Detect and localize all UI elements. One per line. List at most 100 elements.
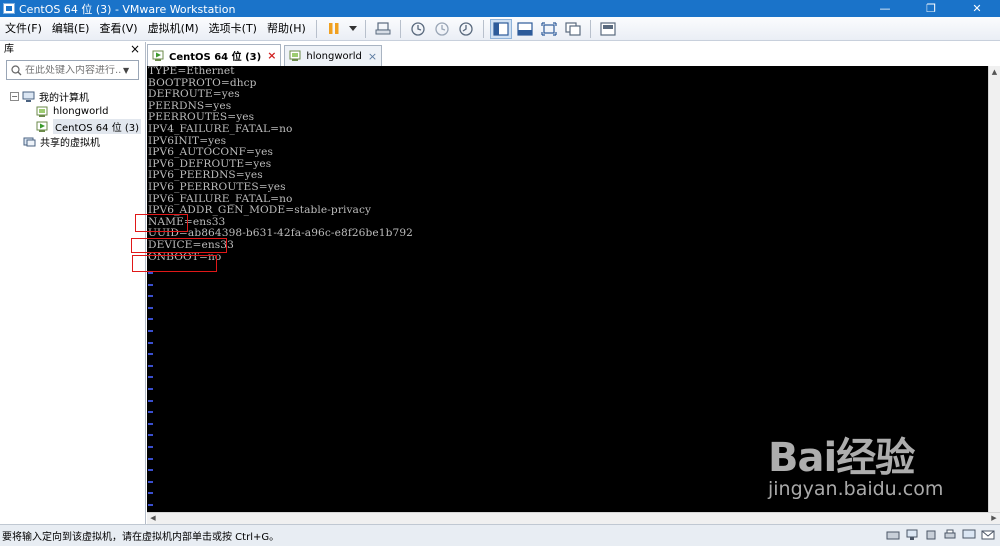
menu-view[interactable]: 查看(V) bbox=[94, 17, 142, 41]
library-title: 库 bbox=[4, 44, 14, 55]
console-line: IPV6_PEERROUTES=yes bbox=[148, 180, 286, 193]
tilde-marker bbox=[148, 329, 153, 332]
snapshot-icon[interactable] bbox=[407, 19, 429, 39]
tilde-marker bbox=[148, 353, 153, 356]
highlight-box-device bbox=[131, 238, 227, 253]
tilde-marker bbox=[148, 306, 153, 309]
search-dropdown-icon[interactable]: ▼ bbox=[123, 66, 129, 75]
send-keys-icon[interactable] bbox=[372, 19, 394, 39]
vm-running-icon bbox=[152, 50, 165, 62]
vm-tree: − 我的计算机 hlongworld CentOS 64 位 (3) 共享的虚拟… bbox=[0, 89, 145, 149]
close-tab-icon[interactable]: × bbox=[368, 50, 377, 63]
collapse-icon[interactable]: − bbox=[10, 92, 19, 101]
tree-item-label: CentOS 64 位 (3) bbox=[53, 119, 142, 134]
tilde-marker bbox=[148, 272, 153, 274]
search-icon bbox=[7, 64, 25, 76]
toolbar-separator bbox=[589, 19, 591, 38]
tilde-marker bbox=[148, 445, 153, 448]
thumbnail-icon[interactable] bbox=[597, 19, 619, 39]
console-line: ONBOOT=no bbox=[148, 250, 222, 263]
printer-icon[interactable] bbox=[942, 528, 958, 542]
close-button[interactable]: ✕ bbox=[954, 0, 1000, 17]
menu-vm[interactable]: 虚拟机(M) bbox=[143, 17, 204, 41]
minimize-button[interactable]: — bbox=[862, 0, 908, 17]
computer-icon bbox=[22, 91, 35, 102]
tilde-marker bbox=[148, 364, 153, 367]
network-icon[interactable] bbox=[904, 528, 920, 542]
tilde-marker bbox=[148, 341, 153, 344]
tab-hlongworld[interactable]: hlongworld × bbox=[284, 45, 383, 66]
tilde-marker bbox=[148, 399, 153, 402]
watermark-brand: Bai经验 bbox=[768, 435, 915, 481]
menu-help[interactable]: 帮助(H) bbox=[262, 17, 311, 41]
tree-item-hlongworld[interactable]: hlongworld bbox=[0, 104, 145, 119]
unity-icon[interactable] bbox=[562, 19, 584, 39]
tilde-marker bbox=[148, 387, 153, 390]
tilde-marker bbox=[148, 422, 153, 425]
tab-strip: CentOS 64 位 (3) × hlongworld × bbox=[147, 44, 385, 66]
console-line: DEFROUTE=yes bbox=[148, 88, 240, 101]
tab-label: hlongworld bbox=[306, 50, 362, 62]
tab-label: CentOS 64 位 (3) bbox=[169, 52, 262, 63]
console-line: IPV4_FAILURE_FATAL=no bbox=[148, 122, 293, 135]
console-line: IPV6_AUTOCONF=yes bbox=[148, 146, 274, 159]
tree-item-label: 我的计算机 bbox=[39, 93, 89, 104]
tilde-marker bbox=[148, 295, 153, 298]
baidu-jingyan-watermark: Bai经验 jingyan.baidu.com bbox=[768, 438, 943, 500]
tilde-marker bbox=[148, 480, 153, 483]
snapshot-manager-icon[interactable] bbox=[455, 19, 477, 39]
toolbar-separator bbox=[482, 19, 484, 38]
vertical-scrollbar[interactable]: ▲ bbox=[988, 66, 1000, 512]
library-panel: 库 × ▼ − 我的计算机 hlongworld bbox=[0, 42, 146, 524]
highlight-box-name bbox=[135, 214, 188, 232]
horizontal-scrollbar[interactable]: ◀ ▶ bbox=[147, 512, 1000, 524]
pause-icon[interactable] bbox=[323, 19, 345, 39]
menu-tabs[interactable]: 选项卡(T) bbox=[204, 17, 262, 41]
tree-item-my-computer[interactable]: − 我的计算机 bbox=[0, 89, 145, 104]
title-bar: CentOS 64 位 (3) - VMware Workstation — ❐… bbox=[0, 0, 1000, 17]
library-search[interactable]: ▼ bbox=[6, 60, 139, 80]
dropdown-arrow-icon[interactable] bbox=[347, 19, 359, 39]
tilde-marker bbox=[148, 492, 153, 495]
usb-icon[interactable] bbox=[923, 528, 939, 542]
console-line: BOOTPROTO=dhcp bbox=[148, 76, 257, 89]
console-line: IPV6_ADDR_GEN_MODE=stable-privacy bbox=[148, 204, 372, 217]
status-text: 要将输入定向到该虚拟机，请在虚拟机内部单击或按 Ctrl+G。 bbox=[2, 532, 280, 543]
tilde-marker bbox=[148, 411, 153, 414]
menu-toolbar: 文件(F) 编辑(E) 查看(V) 虚拟机(M) 选项卡(T) 帮助(H) bbox=[0, 17, 1000, 41]
console-view-icon[interactable] bbox=[514, 19, 536, 39]
revert-snapshot-icon[interactable] bbox=[431, 19, 453, 39]
menu-edit[interactable]: 编辑(E) bbox=[47, 17, 95, 41]
search-input[interactable] bbox=[25, 64, 121, 76]
vm-running-icon bbox=[36, 121, 49, 133]
scroll-left-icon[interactable]: ◀ bbox=[147, 513, 159, 524]
tree-item-centos[interactable]: CentOS 64 位 (3) bbox=[0, 119, 145, 134]
message-icon[interactable] bbox=[980, 528, 996, 542]
vm-icon bbox=[36, 106, 49, 118]
library-close-button[interactable]: × bbox=[130, 42, 140, 57]
toolbar-separator bbox=[315, 19, 317, 38]
console-line: DEVICE=ens33 bbox=[148, 238, 234, 251]
window-title: CentOS 64 位 (3) - VMware Workstation bbox=[19, 2, 236, 16]
tab-centos[interactable]: CentOS 64 位 (3) × bbox=[147, 44, 282, 66]
toolbar-separator bbox=[399, 19, 401, 38]
tilde-marker bbox=[148, 318, 153, 321]
close-tab-icon[interactable]: × bbox=[267, 49, 276, 62]
console-text: TYPE=Ethernet BOOTPROTO=dhcp DEFROUTE=yes P… bbox=[147, 66, 988, 263]
tilde-marker bbox=[148, 283, 153, 286]
console-line: IPV6_DEFROUTE=yes bbox=[148, 157, 272, 170]
fullscreen-icon[interactable] bbox=[538, 19, 560, 39]
console-line: IPV6INIT=yes bbox=[148, 134, 227, 147]
scroll-right-icon[interactable]: ▶ bbox=[988, 513, 1000, 524]
scroll-up-icon[interactable]: ▲ bbox=[989, 66, 1000, 78]
tree-item-shared-vms[interactable]: 共享的虚拟机 bbox=[0, 134, 145, 149]
sidebar-view-icon[interactable] bbox=[489, 18, 512, 39]
status-bar: 要将输入定向到该虚拟机，请在虚拟机内部单击或按 Ctrl+G。 bbox=[0, 524, 1000, 546]
restore-button[interactable]: ❐ bbox=[908, 0, 954, 17]
hard-disk-icon[interactable] bbox=[885, 528, 901, 542]
tilde-marker bbox=[148, 376, 153, 379]
menu-file[interactable]: 文件(F) bbox=[0, 17, 47, 41]
tree-item-label: 共享的虚拟机 bbox=[40, 138, 100, 149]
display-icon[interactable] bbox=[961, 528, 977, 542]
shared-vm-icon bbox=[23, 136, 36, 148]
